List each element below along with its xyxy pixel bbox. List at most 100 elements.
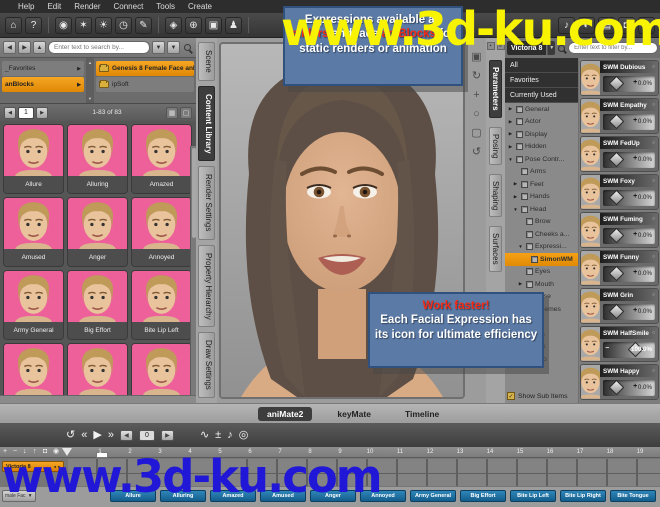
tree-item-brow[interactable]: Brow [505, 216, 578, 229]
slider-track[interactable]: −100.0% [603, 342, 655, 358]
loop-icon[interactable]: ↺ [66, 430, 75, 441]
slider-handle[interactable] [609, 228, 625, 244]
gear-icon[interactable]: ○ [652, 254, 655, 260]
new-primitive-icon[interactable]: ▣ [205, 17, 222, 34]
expression-thumb-amazed[interactable]: Amazed [131, 124, 192, 194]
gear-icon[interactable]: ○ [652, 178, 655, 184]
page-number[interactable]: 1 [18, 107, 34, 119]
slider-handle[interactable] [609, 266, 625, 282]
skip-to-end-icon[interactable]: » [108, 430, 114, 441]
expression-thumb-big-effort[interactable]: Big Effort [67, 270, 128, 340]
tree-item-feet[interactable]: ▶Feet [505, 178, 578, 191]
tree-item-pose-contr[interactable]: ▼Pose Contr... [505, 153, 578, 166]
expander-icon[interactable]: ▼ [507, 157, 514, 162]
slider-handle[interactable] [609, 304, 625, 320]
tab-keymate[interactable]: keyMate [328, 407, 380, 421]
frame-step-forward-button[interactable]: ▶ [161, 430, 174, 441]
pan-icon[interactable]: + [473, 90, 479, 101]
tree-item-expressi[interactable]: ▼Expressi... [505, 241, 578, 254]
expander-icon[interactable]: ▶ [512, 181, 519, 187]
slider-swm-foxy[interactable]: SWM Foxy○+0.0% [580, 174, 659, 210]
tree-item-mouth[interactable]: ▶Mouth [505, 278, 578, 291]
expression-thumb-amused[interactable]: Amused [3, 197, 64, 267]
gear-icon[interactable]: ○ [652, 330, 655, 336]
new-figure-icon[interactable]: ♟ [225, 17, 242, 34]
daz-home-icon[interactable]: ⌂ [5, 17, 22, 34]
folder-item-genesis-8-female-face-anblocks[interactable]: Genesis 8 Female Face anBlocks [96, 61, 194, 76]
tab-posing[interactable]: Posing [489, 127, 502, 165]
help-icon[interactable]: ? [25, 17, 42, 34]
tree-item-display[interactable]: ▶Display [505, 128, 578, 141]
slider-swm-funny[interactable]: SWM Funny○+0.0% [580, 250, 659, 286]
subscene-icon[interactable]: ∿ [200, 430, 209, 441]
forward-button[interactable]: ▶ [18, 41, 31, 54]
expression-button-bite-tongue[interactable]: Bite Tongue [610, 490, 656, 502]
gear-icon[interactable]: ○ [652, 368, 655, 374]
slider-swm-fedup[interactable]: SWM FedUp○+0.0% [580, 136, 659, 172]
back-button[interactable]: ◀ [3, 41, 16, 54]
tree-item-arms[interactable]: Arms [505, 166, 578, 179]
show-sub-items-checkbox[interactable]: ✓Show Sub Items [505, 389, 578, 403]
add-keyframe-icon[interactable]: ± [215, 430, 221, 441]
tree-item-head[interactable]: ▼Head [505, 203, 578, 216]
expression-thumb-blow-kiss[interactable]: Blow Kiss [131, 343, 192, 395]
expression-thumb-army-general[interactable]: Army General [3, 270, 64, 340]
play-icon[interactable]: ▶ [93, 430, 101, 441]
expander-icon[interactable]: ▼ [517, 244, 524, 249]
gear-icon[interactable]: ○ [652, 140, 655, 146]
tab-parameters[interactable]: Parameters [489, 60, 502, 118]
search-icon[interactable] [184, 44, 191, 51]
gear-icon[interactable]: ○ [652, 64, 655, 70]
search-options-button[interactable]: ▼ [152, 41, 165, 54]
folder-item-favorites[interactable]: _Favorites▶ [2, 61, 84, 76]
expression-thumb-alluring[interactable]: Alluring [67, 124, 128, 194]
slider-swm-grin[interactable]: SWM Grin○+0.0% [580, 288, 659, 324]
new-group-icon[interactable]: ◈ [165, 17, 182, 34]
expander-icon[interactable]: ▶ [512, 194, 519, 200]
menu-help[interactable]: Help [18, 2, 34, 11]
quick-filter-currently-used[interactable]: Currently Used [505, 88, 578, 103]
view-grid-icon[interactable]: ▦ [166, 107, 178, 119]
slider-track[interactable]: +0.0% [603, 304, 655, 320]
slider-track[interactable]: +0.0% [603, 152, 655, 168]
tab-scene[interactable]: Scene [198, 42, 215, 81]
gear-icon[interactable]: ○ [652, 292, 655, 298]
expander-icon[interactable]: ▶ [507, 131, 514, 137]
quick-filter-all[interactable]: All [505, 58, 578, 73]
tree-item-hands[interactable]: ▶Hands [505, 191, 578, 204]
tree-item-general[interactable]: ▶General [505, 103, 578, 116]
frame-step-back-button[interactable]: ◀ [120, 430, 133, 441]
frame-counter[interactable]: 0 [139, 430, 155, 441]
new-clock-icon[interactable]: ◷ [115, 17, 132, 34]
folder-item-ipsoft[interactable]: ipSoft [96, 77, 194, 92]
tab-timeline[interactable]: Timeline [396, 407, 448, 421]
slider-track[interactable]: +0.0% [603, 266, 655, 282]
reset-view-icon[interactable]: ↺ [472, 147, 481, 158]
new-node-icon[interactable]: ✎ [135, 17, 152, 34]
tab-animate2[interactable]: aniMate2 [258, 407, 312, 421]
record-icon[interactable]: ◎ [239, 430, 249, 441]
menu-tools[interactable]: Tools [156, 2, 175, 11]
menu-create[interactable]: Create [188, 2, 212, 11]
slider-track[interactable]: +0.0% [603, 228, 655, 244]
gear-icon[interactable]: ○ [652, 102, 655, 108]
tree-item-hidden[interactable]: ▶Hidden [505, 141, 578, 154]
search-input[interactable] [48, 41, 150, 54]
slider-handle[interactable] [609, 114, 625, 130]
slider-handle[interactable] [609, 76, 625, 92]
expression-thumb-anger[interactable]: Anger [67, 197, 128, 267]
expression-button-army-general[interactable]: Army General [410, 490, 456, 502]
slider-track[interactable]: +0.0% [603, 114, 655, 130]
slider-handle[interactable] [609, 190, 625, 206]
slider-track[interactable]: +0.0% [603, 76, 655, 92]
tab-content-library[interactable]: Content Library [198, 86, 215, 162]
slider-track[interactable]: +0.0% [603, 380, 655, 396]
new-camera-icon[interactable]: ◉ [55, 17, 72, 34]
view-large-icon[interactable]: ▢ [180, 107, 192, 119]
expression-thumb-annoyed[interactable]: Annoyed [131, 197, 192, 267]
expression-thumb-allure[interactable]: Allure [3, 124, 64, 194]
tree-item-actor[interactable]: ▶Actor [505, 116, 578, 129]
quick-filter-favorites[interactable]: Favorites [505, 73, 578, 88]
expression-thumb-bite-tongue[interactable]: Bite Tongue [67, 343, 128, 395]
menu-edit[interactable]: Edit [47, 2, 61, 11]
